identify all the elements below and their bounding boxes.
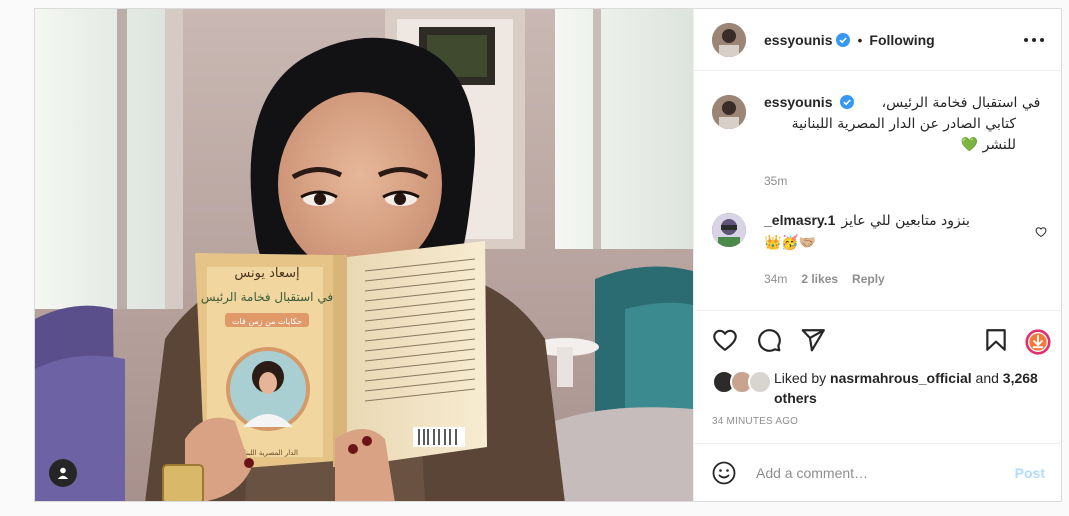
caption-time[interactable]: 35m [764, 172, 787, 191]
person-icon [57, 467, 69, 479]
save-bookmark-icon[interactable] [983, 327, 1009, 353]
author-username[interactable]: essyounis [764, 32, 832, 48]
action-bar [694, 310, 1061, 368]
caption-row: essyounis في استقبال فخامة الرئيس، كتابي… [712, 93, 1045, 191]
post-side-panel: essyounis • Following essyounis في استقب… [693, 9, 1061, 501]
separator-dot: • [857, 31, 863, 48]
photo-scene: إسعاد يونس في استقبال فخامة الرئيس حكايا… [35, 9, 693, 501]
comment-body: _elmasry.1 بنزود متابعين للي عايز 👑🥳🤝🏼 3… [764, 211, 1045, 289]
caption-line-2: كتابي الصادر عن الدار المصرية اللبنانية [791, 116, 1016, 132]
caption-username[interactable]: essyounis [764, 94, 832, 110]
verified-badge-icon [840, 95, 855, 109]
liked-by-and: and [975, 370, 999, 386]
likes-text: Liked by nasrmahrous_official and 3,268 … [774, 368, 1045, 408]
caption-line-3: للنشر [982, 137, 1016, 153]
caption-text: في استقبال فخامة الرئيس، [858, 93, 1041, 114]
download-extension-icon[interactable] [1025, 327, 1051, 355]
liker-avatars[interactable] [712, 370, 772, 394]
more-options-icon[interactable] [1023, 37, 1045, 43]
liked-by-user[interactable]: nasrmahrous_official [830, 370, 972, 386]
liker-avatar [748, 370, 772, 394]
reply-button[interactable]: Reply [852, 270, 885, 289]
caption-line-1: في استقبال فخامة الرئيس، [881, 95, 1041, 111]
verified-badge-icon [836, 32, 851, 47]
book-subtitle-text: حكايات من زمن فات [232, 317, 302, 326]
likes-summary: Liked by nasrmahrous_official and 3,268 … [694, 368, 1061, 408]
like-comment-heart-icon[interactable] [1035, 225, 1047, 243]
comment-text: بنزود متابعين للي عايز [841, 213, 970, 229]
comment-meta: 34m 2 likes Reply [764, 270, 1045, 289]
book-author-text: إسعاد يونس [234, 266, 299, 281]
caption-avatar[interactable] [712, 95, 746, 129]
post-timestamp[interactable]: 34 MINUTES AGO [694, 408, 1061, 443]
caption-text-cont: كتابي الصادر عن الدار المصرية اللبنانية … [764, 114, 1016, 156]
commenter-avatar[interactable] [712, 213, 746, 247]
liked-by-prefix: Liked by [774, 370, 827, 386]
instagram-post: إسعاد يونس في استقبال فخامة الرئيس حكايا… [34, 8, 1062, 502]
post-photo[interactable]: إسعاد يونس في استقبال فخامة الرئيس حكايا… [35, 9, 693, 501]
like-heart-icon[interactable] [712, 327, 738, 353]
add-comment-bar: Post [694, 443, 1061, 501]
caption-body: essyounis في استقبال فخامة الرئيس، كتابي… [764, 93, 1045, 191]
comment-bubble-icon[interactable] [756, 327, 782, 353]
author-avatar[interactable] [712, 22, 746, 57]
post-comment-button[interactable]: Post [1015, 465, 1045, 481]
book-title-text: في استقبال فخامة الرئيس [201, 290, 333, 305]
comments-section: essyounis في استقبال فخامة الرئيس، كتابي… [694, 71, 1061, 310]
smiley-icon[interactable] [712, 461, 736, 485]
comment-row: _elmasry.1 بنزود متابعين للي عايز 👑🥳🤝🏼 3… [712, 211, 1047, 289]
green-heart-emoji: 💚 [960, 137, 979, 153]
comment-time[interactable]: 34m [764, 270, 787, 289]
tagged-users-button[interactable] [49, 459, 77, 487]
caption-meta: 35m [764, 172, 1045, 191]
comment-likes-count[interactable]: 2 likes [801, 270, 838, 289]
comment-emojis: 👑🥳🤝🏼 [764, 234, 817, 250]
share-paper-plane-icon[interactable] [800, 327, 826, 353]
comment-username[interactable]: _elmasry.1 [764, 211, 835, 230]
following-button[interactable]: Following [869, 32, 934, 48]
comment-input[interactable] [754, 463, 1015, 482]
post-header: essyounis • Following [694, 9, 1061, 71]
